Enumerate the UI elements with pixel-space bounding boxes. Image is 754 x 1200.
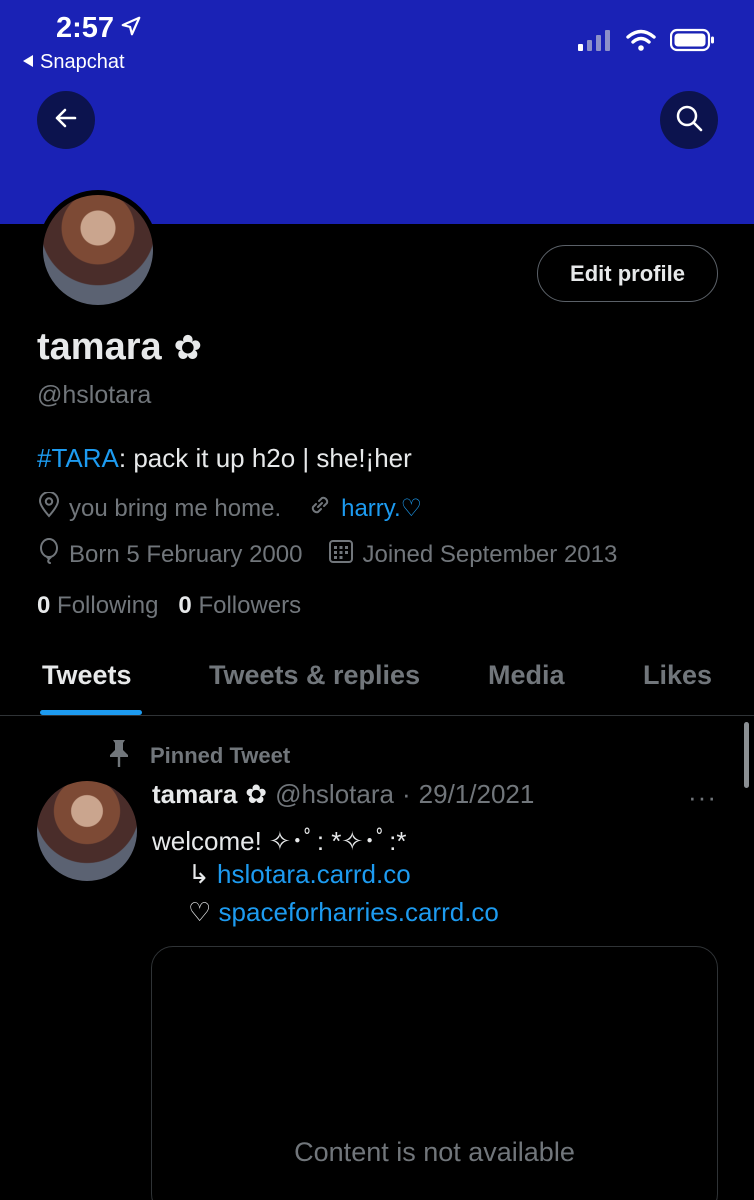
tweet-author-symbol: ✿ — [245, 779, 268, 809]
location-item: you bring me home. — [37, 491, 282, 525]
profile-name-text: tamara — [37, 326, 162, 368]
following-link[interactable]: 0 Following — [37, 592, 158, 620]
link-icon — [307, 492, 333, 525]
birthday-item: Born 5 February 2000 — [37, 538, 302, 571]
tweet-link-carrd[interactable]: hslotara.carrd.co — [217, 859, 411, 889]
bio-text: : pack it up h2o | she!¡her — [118, 443, 412, 473]
status-icons — [578, 28, 716, 57]
profile-name: tamara ✿ — [37, 326, 202, 369]
tweet-date[interactable]: 29/1/2021 — [419, 779, 535, 810]
location-pin-icon — [37, 491, 61, 525]
profile-meta-row-1: you bring me home. harry.♡ — [37, 491, 448, 525]
flower-symbol: ✿ — [173, 328, 203, 367]
birthday-text: Born 5 February 2000 — [69, 540, 303, 568]
tweet-avatar[interactable] — [37, 781, 137, 881]
tweet-line-3-prefix: ♡ — [188, 897, 212, 927]
pinned-tweet-text: Pinned Tweet — [150, 743, 291, 768]
pinned-tweet-label: Pinned Tweet — [106, 738, 290, 774]
followers-count: 0 — [178, 592, 192, 619]
battery-icon — [669, 28, 716, 57]
following-label: Following — [57, 592, 159, 619]
profile-handle: @hslotara — [37, 381, 152, 409]
pin-icon — [106, 738, 132, 774]
tweet-link-spaceforharries[interactable]: spaceforharries.carrd.co — [219, 897, 499, 927]
tweet-separator: · — [401, 779, 411, 809]
following-count: 0 — [37, 592, 51, 619]
tweet-author-handle: @hslotara — [275, 779, 394, 809]
tweet-more-button[interactable]: ··· — [688, 782, 717, 813]
tab-likes[interactable]: Likes — [643, 660, 712, 691]
tab-tweets-and-replies[interactable]: Tweets & replies — [209, 660, 420, 691]
back-app-label: Snapchat — [40, 51, 125, 73]
tweet-header: tamara ✿ @hslotara · 29/1/2021 — [152, 779, 534, 810]
joined-text: Joined September 2013 — [362, 540, 618, 568]
back-to-app-link[interactable]: Snapchat — [22, 51, 125, 74]
tab-media[interactable]: Media — [488, 660, 565, 691]
follow-stats: 0 Following 0 Followers — [37, 592, 301, 620]
status-time-text: 2:57 — [56, 12, 115, 44]
profile-meta-row-2: Born 5 February 2000 Joined September 20… — [37, 538, 643, 571]
scrollbar[interactable] — [744, 722, 749, 788]
website-link[interactable]: harry.♡ — [341, 494, 422, 523]
location-text: you bring me home. — [69, 494, 282, 522]
back-triangle-icon — [22, 51, 34, 74]
tweet-line-2: ↳ hslotara.carrd.co — [188, 859, 411, 890]
active-tab-indicator — [40, 710, 142, 715]
content-unavailable-text: Content is not available — [294, 1137, 575, 1167]
followers-label: Followers — [198, 592, 302, 619]
bio-hashtag-link[interactable]: #TARA — [37, 443, 119, 473]
calendar-icon — [328, 538, 354, 571]
profile-avatar[interactable] — [38, 190, 158, 310]
tweet-line-3: ♡ spaceforharries.carrd.co — [188, 897, 499, 928]
search-button[interactable] — [660, 91, 718, 149]
joined-item: Joined September 2013 — [328, 538, 617, 571]
edit-profile-button[interactable]: Edit profile — [537, 245, 718, 302]
avatar-photo — [43, 195, 153, 305]
tweet-line-2-prefix: ↳ — [188, 859, 210, 889]
tweet-line-1: welcome! ✧･ﾟ: *✧･ﾟ:* — [152, 826, 407, 856]
tweet-author-name[interactable]: tamara — [152, 779, 237, 810]
followers-link[interactable]: 0 Followers — [178, 592, 301, 620]
back-button[interactable] — [37, 91, 95, 149]
status-time: 2:57 — [56, 12, 142, 45]
search-icon — [675, 104, 703, 137]
wifi-icon — [626, 29, 656, 56]
arrow-left-icon — [53, 105, 79, 136]
profile-bio: #TARA: pack it up h2o | she!¡her — [37, 443, 412, 474]
unavailable-content-card[interactable]: Content is not available — [151, 946, 718, 1200]
profile-tabs: Tweets Tweets & replies Media Likes — [0, 650, 754, 716]
location-arrow-icon — [120, 12, 142, 45]
tab-tweets[interactable]: Tweets — [42, 660, 132, 691]
signal-icon — [578, 29, 612, 56]
balloon-icon — [37, 538, 61, 571]
website-item: harry.♡ — [307, 492, 422, 525]
